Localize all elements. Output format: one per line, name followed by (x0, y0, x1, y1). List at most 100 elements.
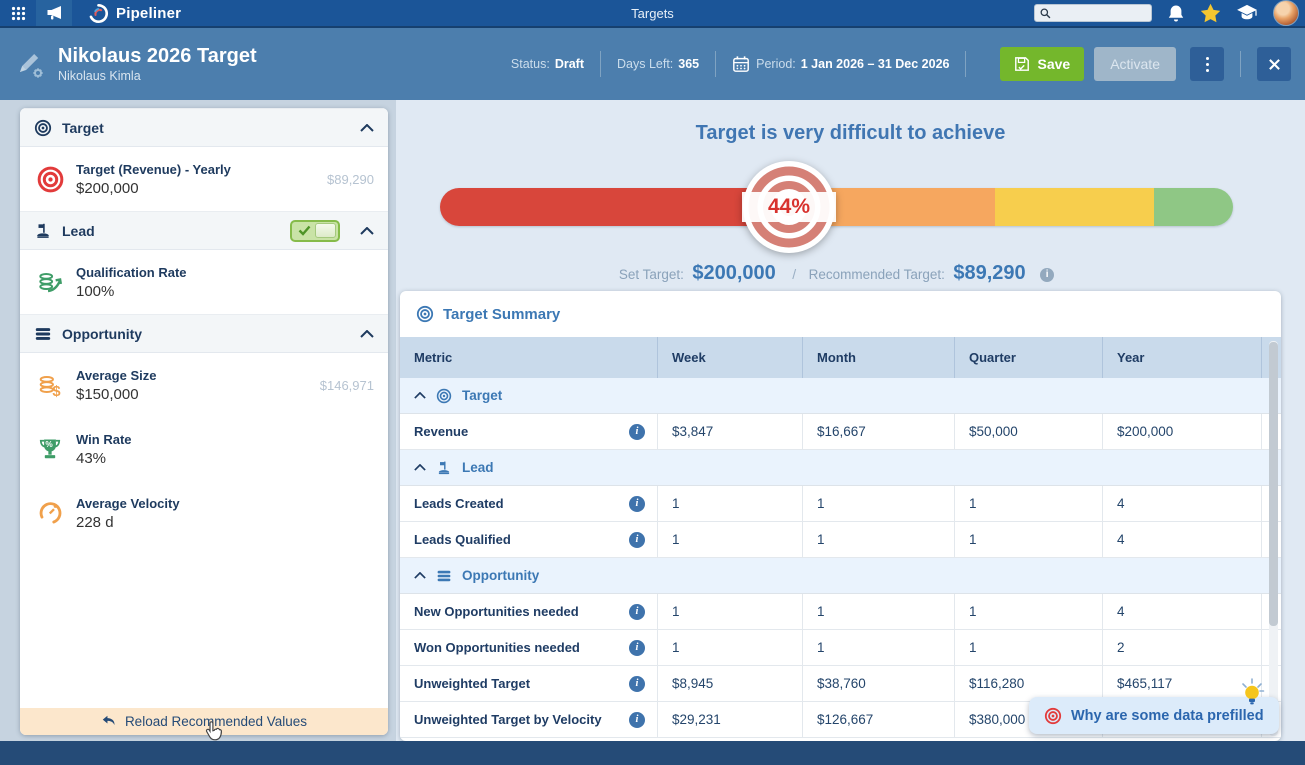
cell-month: 1 (803, 522, 955, 557)
cell-quarter: 1 (955, 486, 1103, 521)
section-label: Target (62, 120, 104, 136)
cell-quarter: 1 (955, 630, 1103, 665)
cell-month: $126,667 (803, 702, 955, 737)
reload-recommended-values-button[interactable]: Reload Recommended Values (20, 708, 388, 735)
target-summary-card: Target Summary Metric Week Month Quarter… (400, 291, 1281, 741)
cell-week: $8,945 (658, 666, 803, 701)
group-row-target[interactable]: Target (400, 378, 1281, 414)
cell-week: 1 (658, 522, 803, 557)
divider (715, 51, 716, 77)
more-options-button[interactable] (1190, 47, 1224, 81)
cell-month: 1 (803, 486, 955, 521)
column-header: Quarter (955, 337, 1103, 378)
flag-icon (34, 222, 52, 240)
target-icon (416, 305, 434, 323)
section-header-lead[interactable]: Lead (20, 211, 388, 250)
table-row-won-opportunities: Won Opportunities neededi 1 1 1 2 (400, 630, 1281, 666)
check-icon (294, 225, 315, 236)
sidebar-item-qualification-rate[interactable]: Qualification Rate 100% (20, 250, 388, 314)
content-area: Target is very difficult to achieve 44% (0, 100, 1305, 741)
sidebar-item-target-revenue[interactable]: Target (Revenue) - Yearly $200,000 $89,2… (20, 147, 388, 211)
save-button[interactable]: Save (1000, 47, 1084, 81)
svg-text:$: $ (52, 383, 60, 398)
metric-label: Revenue (414, 424, 468, 439)
info-icon[interactable]: i (629, 424, 645, 440)
app-grid-button[interactable] (0, 0, 36, 26)
save-icon (1014, 56, 1030, 72)
info-icon[interactable]: i (629, 496, 645, 512)
sidebar-item-average-size[interactable]: $ Average Size $150,000 $146,971 (20, 353, 388, 417)
activate-button[interactable]: Activate (1094, 47, 1176, 81)
cell-month: 1 (803, 594, 955, 629)
bullseye-red-icon (34, 166, 66, 193)
target-settings-sidebar: Target Target (Revenue) - Yearly $200,00… (20, 108, 388, 735)
top-navigation-bar: Pipeliner Targets (0, 0, 1305, 28)
user-avatar[interactable] (1273, 0, 1299, 26)
page-title-top: Targets (631, 6, 674, 21)
lead-toggle[interactable] (290, 220, 340, 242)
sidebar-item-average-velocity[interactable]: Average Velocity 228 d (20, 481, 388, 545)
cell-week: 1 (658, 594, 803, 629)
topbar-actions (1034, 0, 1305, 26)
calendar-icon (732, 55, 750, 73)
recommended-hint: $146,971 (320, 378, 374, 393)
metric-label: Unweighted Target by Velocity (414, 712, 602, 727)
divider (1240, 51, 1241, 77)
flag-icon (436, 460, 452, 476)
svg-text:%: % (45, 440, 53, 449)
table-scrollbar-track[interactable] (1269, 341, 1278, 736)
group-row-lead[interactable]: Lead (400, 450, 1281, 486)
status-label: Status: (511, 57, 550, 71)
item-value: $200,000 (76, 180, 231, 197)
search-box[interactable] (1034, 4, 1152, 22)
star-icon[interactable] (1200, 3, 1221, 23)
bell-icon[interactable] (1167, 4, 1185, 23)
target-difficulty-gauge (440, 188, 1233, 226)
cell-week: 1 (658, 486, 803, 521)
info-icon[interactable]: i (629, 640, 645, 656)
brand-name: Pipeliner (116, 5, 181, 22)
cell-month: $38,760 (803, 666, 955, 701)
info-icon[interactable]: i (629, 532, 645, 548)
section-header-opportunity[interactable]: Opportunity (20, 314, 388, 353)
recommended-hint: $89,290 (327, 172, 374, 187)
activate-label: Activate (1110, 56, 1160, 72)
graduation-cap-icon[interactable] (1236, 4, 1258, 22)
search-input[interactable] (1055, 7, 1145, 19)
set-target-value: $200,000 (692, 262, 775, 284)
set-target-line: Set Target: $200,000 / Recommended Targe… (396, 262, 1277, 285)
sidebar-item-win-rate[interactable]: % Win Rate 43% (20, 417, 388, 481)
target-name: Nikolaus 2026 Target (58, 44, 257, 69)
cell-quarter: 1 (955, 522, 1103, 557)
chevron-up-icon[interactable] (360, 330, 374, 338)
info-icon[interactable]: i (629, 604, 645, 620)
cell-week: $29,231 (658, 702, 803, 737)
section-label: Opportunity (62, 326, 142, 342)
item-value: $150,000 (76, 386, 156, 403)
close-button[interactable] (1257, 47, 1291, 81)
cell-week: $3,847 (658, 414, 803, 449)
stack-icon (34, 325, 52, 343)
bulb-icon[interactable] (1238, 677, 1266, 709)
table-row-revenue: Revenuei $3,847 $16,667 $50,000 $200,000 (400, 414, 1281, 450)
recommended-info-icon[interactable]: i (1040, 268, 1054, 282)
bottom-bar (0, 741, 1305, 765)
announcements-button[interactable] (36, 0, 72, 26)
target-owner: Nikolaus Kimla (58, 69, 257, 85)
cell-quarter: $116,280 (955, 666, 1103, 701)
pipeliner-logo (88, 3, 109, 24)
table-scrollbar-thumb[interactable] (1269, 342, 1278, 626)
info-icon[interactable]: i (629, 712, 645, 728)
target-icon (1044, 707, 1062, 725)
item-value: 43% (76, 450, 132, 467)
chevron-up-icon[interactable] (360, 124, 374, 132)
megaphone-icon (45, 5, 63, 21)
column-header: Metric (400, 337, 658, 378)
info-icon[interactable]: i (629, 676, 645, 692)
table-row-new-opportunities: New Opportunities neededi 1 1 1 4 (400, 594, 1281, 630)
undo-icon (101, 715, 117, 729)
chevron-up-icon[interactable] (360, 227, 374, 235)
group-row-opportunity[interactable]: Opportunity (400, 558, 1281, 594)
section-header-target[interactable]: Target (20, 108, 388, 147)
days-left-label: Days Left: (617, 57, 673, 71)
